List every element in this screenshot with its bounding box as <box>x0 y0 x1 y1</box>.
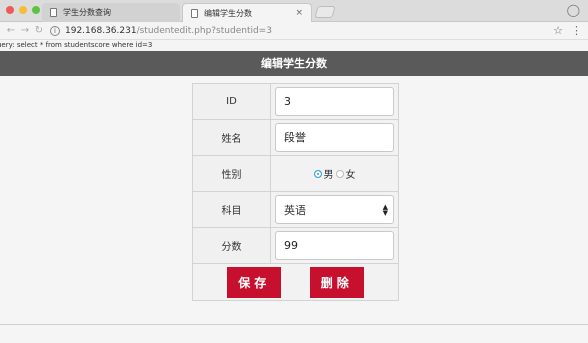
new-tab-button[interactable] <box>314 6 336 18</box>
gender-label: 性别 <box>192 155 271 192</box>
page-icon <box>191 8 198 18</box>
form-row-actions: 保存 删除 <box>192 263 399 301</box>
actions-cell: 保存 删除 <box>192 263 399 301</box>
action-buttons: 保存 删除 <box>193 266 398 298</box>
minimize-window-button[interactable] <box>19 6 27 14</box>
url-host: 192.168.36.231 <box>65 25 137 36</box>
tab-label: 学生分数查询 <box>63 8 111 17</box>
maximize-window-button[interactable] <box>32 6 40 14</box>
url-path: /studentedit.php?studentid=3 <box>136 25 272 36</box>
subject-cell: 英语 ▲ ▼ <box>270 191 399 228</box>
select-arrows-icon: ▲ ▼ <box>382 202 388 217</box>
save-button[interactable]: 保存 <box>227 266 282 298</box>
tab-edit-student-score[interactable]: 编辑学生分数 × <box>182 3 312 22</box>
id-label: ID <box>192 83 271 120</box>
debug-query-text: uery: select * from studentscore where i… <box>0 40 588 51</box>
divider <box>0 324 588 325</box>
window-controls <box>6 6 40 14</box>
form-row-score: 分数 99 <box>192 227 399 264</box>
id-cell: 3 <box>270 83 399 120</box>
subject-select[interactable]: 英语 ▲ ▼ <box>275 195 394 224</box>
form-row-gender: 性别 男 女 <box>192 155 399 192</box>
form-row-subject: 科目 英语 ▲ ▼ <box>192 191 399 228</box>
reload-icon[interactable]: ↻ <box>32 25 46 36</box>
gender-male-label: 男 <box>323 170 334 181</box>
name-cell: 段誉 <box>270 119 399 156</box>
profile-icon[interactable]: ◯ <box>567 3 580 17</box>
gender-male-radio[interactable] <box>313 169 322 178</box>
info-icon[interactable]: i <box>50 25 60 36</box>
score-label: 分数 <box>192 227 271 264</box>
tab-label: 编辑学生分数 <box>204 8 252 18</box>
bookmark-star-icon[interactable]: ☆ <box>553 24 563 37</box>
page-title: 编辑学生分数 <box>0 51 588 76</box>
browser-window: 学生分数查询 编辑学生分数 × ◯ ← → ↻ i 192.168.36.231… <box>0 0 588 343</box>
edit-form: ID 3 姓名 段誉 性别 男 女 科目 英语 ▲ ▼ 分数 99 保存 删除 <box>192 83 399 301</box>
subject-selected-value: 英语 <box>284 203 306 217</box>
name-label: 姓名 <box>192 119 271 156</box>
id-field[interactable]: 3 <box>275 87 394 116</box>
form-row-name: 姓名 段誉 <box>192 119 399 156</box>
subject-label: 科目 <box>192 191 271 228</box>
address-bar: ← → ↻ i 192.168.36.231 /studentedit.php?… <box>0 22 588 40</box>
page-icon <box>50 8 57 17</box>
close-tab-icon[interactable]: × <box>295 8 303 18</box>
name-field[interactable]: 段誉 <box>275 123 394 152</box>
back-icon[interactable]: ← <box>4 25 18 36</box>
tab-bar: 学生分数查询 编辑学生分数 × ◯ <box>0 0 588 22</box>
gender-cell: 男 女 <box>270 155 399 192</box>
forward-icon[interactable]: → <box>18 25 32 36</box>
main-content: ID 3 姓名 段誉 性别 男 女 科目 英语 ▲ ▼ 分数 99 保存 删除 <box>0 76 588 343</box>
form-row-id: ID 3 <box>192 83 399 120</box>
gender-radio-group: 男 女 <box>275 166 394 181</box>
score-field[interactable]: 99 <box>275 231 394 260</box>
gender-female-radio[interactable] <box>335 169 344 178</box>
score-cell: 99 <box>270 227 399 264</box>
tab-student-score-query[interactable]: 学生分数查询 <box>42 3 180 22</box>
menu-icon[interactable]: ⋮ <box>571 24 582 37</box>
gender-female-label: 女 <box>345 170 356 181</box>
close-window-button[interactable] <box>6 6 14 14</box>
url-field[interactable]: i 192.168.36.231 /studentedit.php?studen… <box>50 25 553 36</box>
delete-button[interactable]: 删除 <box>309 266 364 298</box>
